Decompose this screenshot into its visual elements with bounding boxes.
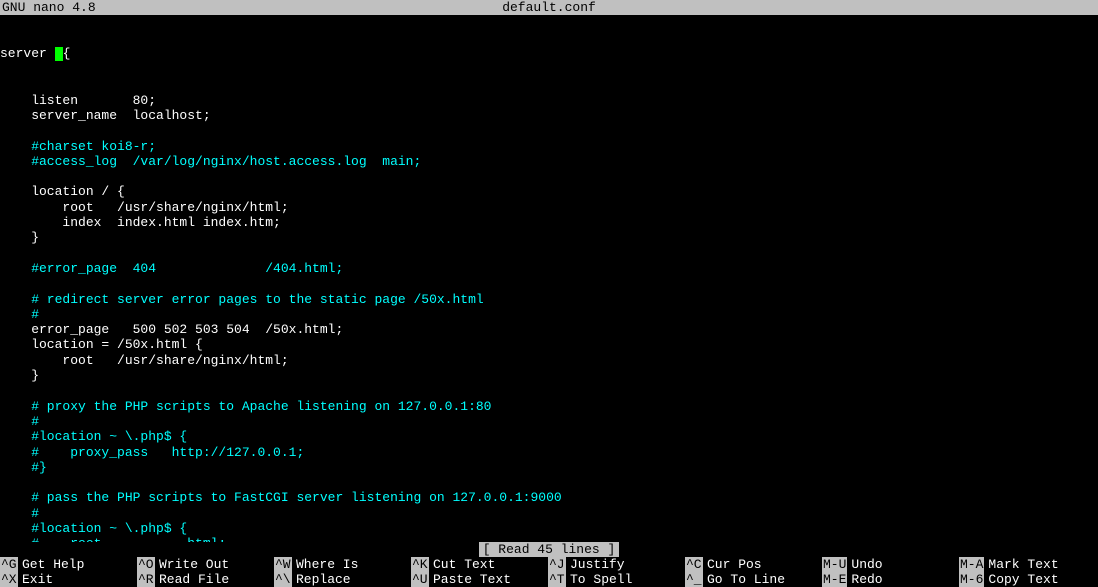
editor-line: # <box>0 506 1098 521</box>
editor-line: # proxy_pass http://127.0.0.1; <box>0 445 1098 460</box>
shortcut[interactable]: ^CCur Pos <box>685 557 822 572</box>
editor-line: #location ~ \.php$ { <box>0 429 1098 444</box>
editor-line: location = /50x.html { <box>0 337 1098 352</box>
shortcut-key: M-E <box>822 572 847 587</box>
shortcut-label: Go To Line <box>703 572 785 587</box>
shortcut-key: ^R <box>137 572 155 587</box>
shortcut[interactable]: ^WWhere Is <box>274 557 411 572</box>
filename: default.conf <box>102 0 996 15</box>
shortcut-key: ^U <box>411 572 429 587</box>
editor-line <box>0 169 1098 184</box>
shortcut-key: ^\ <box>274 572 292 587</box>
shortcut-key: ^O <box>137 557 155 572</box>
editor-line <box>0 246 1098 261</box>
shortcut-row: ^XExit^RRead File^\Replace^UPaste Text^T… <box>0 572 1098 587</box>
shortcut[interactable]: ^RRead File <box>137 572 274 587</box>
shortcut[interactable]: ^_Go To Line <box>685 572 822 587</box>
shortcut-label: Get Help <box>18 557 84 572</box>
shortcut-label: Write Out <box>155 557 229 572</box>
shortcut-label: Where Is <box>292 557 358 572</box>
shortcut-key: M-U <box>822 557 847 572</box>
editor-line: # <box>0 307 1098 322</box>
editor-line: #access_log /var/log/nginx/host.access.l… <box>0 154 1098 169</box>
editor-line <box>0 383 1098 398</box>
editor-line: } <box>0 230 1098 245</box>
shortcut[interactable]: ^UPaste Text <box>411 572 548 587</box>
shortcut[interactable]: M-UUndo <box>822 557 959 572</box>
shortcut-bar: ^GGet Help^OWrite Out^WWhere Is^KCut Tex… <box>0 557 1098 587</box>
shortcut-key: ^W <box>274 557 292 572</box>
app-name: GNU nano 4.8 <box>2 0 102 15</box>
editor-line: # pass the PHP scripts to FastCGI server… <box>0 490 1098 505</box>
status-bar: [ Read 45 lines ] <box>0 542 1098 557</box>
status-message: [ Read 45 lines ] <box>479 542 620 557</box>
shortcut-label: Undo <box>847 557 882 572</box>
shortcut-key: M-6 <box>959 572 984 587</box>
shortcut[interactable]: ^OWrite Out <box>137 557 274 572</box>
editor-line: #location ~ \.php$ { <box>0 521 1098 536</box>
shortcut-row: ^GGet Help^OWrite Out^WWhere Is^KCut Tex… <box>0 557 1098 572</box>
shortcut-label: To Spell <box>566 572 632 587</box>
editor-line: server_name localhost; <box>0 108 1098 123</box>
editor-line: } <box>0 368 1098 383</box>
shortcut-label: Redo <box>847 572 882 587</box>
titlebar: GNU nano 4.8 default.conf <box>0 0 1098 15</box>
shortcut-label: Paste Text <box>429 572 511 587</box>
shortcut-key: M-A <box>959 557 984 572</box>
editor-line: #error_page 404 /404.html; <box>0 261 1098 276</box>
editor-line <box>0 475 1098 490</box>
editor-line <box>0 123 1098 138</box>
shortcut-label: Replace <box>292 572 351 587</box>
shortcut[interactable]: ^TTo Spell <box>548 572 685 587</box>
editor-line <box>0 276 1098 291</box>
editor-line: error_page 500 502 503 504 /50x.html; <box>0 322 1098 337</box>
editor-line: # proxy the PHP scripts to Apache listen… <box>0 399 1098 414</box>
editor-line: root /usr/share/nginx/html; <box>0 353 1098 368</box>
shortcut-key: ^X <box>0 572 18 587</box>
shortcut-label: Read File <box>155 572 229 587</box>
shortcut-key: ^T <box>548 572 566 587</box>
shortcut[interactable]: M-6Copy Text <box>959 572 1096 587</box>
shortcut[interactable]: ^XExit <box>0 572 137 587</box>
shortcut[interactable]: M-AMark Text <box>959 557 1096 572</box>
shortcut-label: Exit <box>18 572 53 587</box>
cursor <box>55 47 63 61</box>
editor-line: location / { <box>0 184 1098 199</box>
shortcut[interactable]: ^KCut Text <box>411 557 548 572</box>
editor-line: # <box>0 414 1098 429</box>
shortcut-label: Cur Pos <box>703 557 762 572</box>
shortcut[interactable]: ^JJustify <box>548 557 685 572</box>
editor-line: #charset koi8-r; <box>0 139 1098 154</box>
editor-line: root /usr/share/nginx/html; <box>0 200 1098 215</box>
editor-area[interactable]: server { listen 80; server_name localhos… <box>0 15 1098 542</box>
shortcut-key: ^_ <box>685 572 703 587</box>
shortcut-key: ^J <box>548 557 566 572</box>
editor-line: # redirect server error pages to the sta… <box>0 292 1098 307</box>
shortcut-key: ^G <box>0 557 18 572</box>
shortcut-label: Copy Text <box>984 572 1058 587</box>
shortcut-key: ^K <box>411 557 429 572</box>
shortcut[interactable]: M-ERedo <box>822 572 959 587</box>
shortcut[interactable]: ^GGet Help <box>0 557 137 572</box>
shortcut[interactable]: ^\Replace <box>274 572 411 587</box>
editor-line-cursor: server { <box>0 46 1098 61</box>
editor-line: listen 80; <box>0 93 1098 108</box>
editor-line: #} <box>0 460 1098 475</box>
shortcut-label: Mark Text <box>984 557 1058 572</box>
shortcut-label: Justify <box>566 557 625 572</box>
shortcut-label: Cut Text <box>429 557 495 572</box>
shortcut-key: ^C <box>685 557 703 572</box>
editor-line: index index.html index.htm; <box>0 215 1098 230</box>
